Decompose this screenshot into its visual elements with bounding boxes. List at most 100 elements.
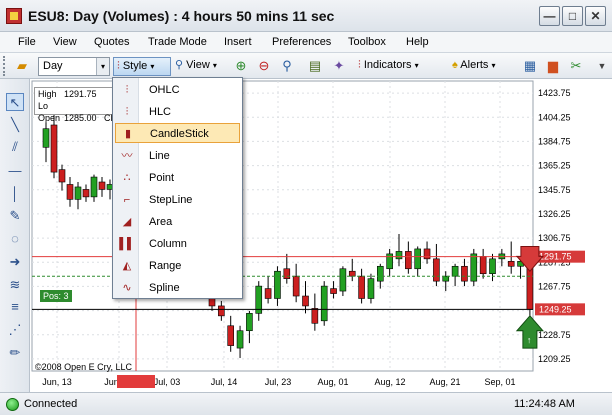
candle-body [66,184,74,200]
line-tool-icon[interactable]: ╲ [6,116,24,134]
toolbar-grip[interactable] [3,56,7,76]
y-tick-label: 1326.25 [538,209,571,219]
x-tick-label: Aug, 21 [429,377,460,387]
line-chart-icon: 〰 [121,150,133,162]
menu-bar: File View Quotes Trade Mode Insert Prefe… [0,32,612,52]
candle-body [386,253,393,270]
style-option-label: Area [149,216,173,228]
y-tick-label: 1423.75 [538,88,571,98]
note-tool-icon[interactable]: ✎ [6,207,24,225]
hlc-icon: ⫶ [125,106,129,118]
low-label: Lo [38,101,49,111]
crosshair-date-badge [117,375,155,388]
interval-combo[interactable]: Day ▾ [38,57,110,76]
arrow-tool-icon[interactable]: ➜ [6,253,24,271]
y-tick-label: 1209.25 [538,354,571,364]
indicators-button[interactable]: ⫶ Indicators ▾ [358,57,419,76]
menu-help[interactable]: Help [406,36,429,48]
candle-body [227,325,234,346]
style-option-spline[interactable]: ∿ Spline [115,278,240,298]
menu-insert[interactable]: Insert [224,36,252,48]
menu-trade-mode[interactable]: Trade Mode [148,36,207,48]
candle-body [274,270,281,299]
menu-quotes[interactable]: Quotes [94,36,129,48]
zoom-out-icon[interactable]: ⊖ [256,58,272,74]
maximize-button[interactable]: □ [562,6,583,26]
pencil-icon[interactable]: ✏ [6,344,24,362]
gann-icon[interactable]: ⋰ [6,321,24,339]
style-option-range[interactable]: ◭ Range [115,256,240,276]
close-button[interactable]: ✕ [585,6,606,26]
last-price-label: 1249.25 [539,304,572,314]
high-price-label: 1291.75 [539,252,572,262]
vertical-line-icon[interactable]: │ [6,185,24,203]
stepline-icon: ⌐ [123,194,131,206]
style-button[interactable]: ⫶ Style ▾ [113,57,171,76]
menu-view[interactable]: View [53,36,77,48]
candlestick-icon: ⫶ [117,60,120,72]
x-tick-label: Jul, 14 [211,377,238,387]
range-chart-icon: ◭ [122,260,132,272]
layout-icon[interactable]: ▦ [522,58,538,74]
style-option-area[interactable]: ◢ Area [115,212,240,232]
candle-body [489,258,496,275]
minimize-button[interactable]: — [539,6,560,26]
style-option-candlestick[interactable]: ▮ CandleStick [115,123,240,143]
candle-body [90,176,98,198]
candle-body [414,248,422,270]
candle-body [74,186,82,200]
style-option-hlc[interactable]: ⫶ HLC [115,102,240,122]
parallel-lines-icon[interactable]: ⫽ [6,138,24,156]
style-option-label: Line [149,150,170,162]
menu-toolbox[interactable]: Toolbox [348,36,386,48]
folder-icon[interactable]: ▰ [14,58,30,74]
plot-frame [31,80,534,372]
status-bar: Connected 11:24:48 AM [0,392,612,415]
alerts-button[interactable]: ♠ Alerts ▾ [452,57,496,76]
y-tick-label: 1345.75 [538,185,571,195]
column-chart-icon: ▌▌ [119,238,135,250]
candle-body [236,330,244,349]
style-option-column[interactable]: ▌▌ Column [115,234,240,254]
candle-body [320,285,328,322]
chevron-down-icon: ▾ [491,61,496,70]
candle-body [451,265,459,277]
x-tick-label: Aug, 12 [374,377,405,387]
view-button[interactable]: ⚲ View ▾ [175,57,217,76]
clock: 11:24:48 AM [514,398,575,410]
palette-icon[interactable]: ▆ [545,58,561,74]
buy-arrow-label: ↑ [527,335,532,345]
candle-body [330,288,337,294]
fibonacci-icon[interactable]: ≡ [6,298,24,316]
style-option-label: Spline [149,282,180,294]
toolbar: ▰ Day ▾ ⫶ Style ▾ ⚲ View ▾ ⊕ ⊖ ⚲ ▤ ✦ ⫶ I… [0,52,612,79]
candle-body [283,268,291,279]
y-tick-label: 1306.75 [538,233,571,243]
zoom-menu-icon[interactable]: ⚲ [279,58,295,74]
style-option-ohlc[interactable]: ⫶ OHLC [115,80,240,100]
magnifier-icon: ⚲ [175,59,184,71]
magic-icon[interactable]: ✦ [331,58,347,74]
style-option-label: HLC [149,106,172,118]
menu-preferences[interactable]: Preferences [272,36,331,48]
callout-icon[interactable]: ◌ [6,230,24,248]
style-option-stepline[interactable]: ⌐ StepLine [115,190,240,210]
chevron-down-icon[interactable]: ▾ [96,58,109,75]
style-option-label: Point [149,172,175,184]
style-option-line[interactable]: 〰 Line [115,146,240,166]
pointer-tool-icon[interactable]: ↖ [6,93,24,111]
zoom-in-icon[interactable]: ⊕ [233,58,249,74]
connection-status: Connected [24,398,78,410]
horizontal-line-icon[interactable]: — [6,162,24,180]
overflow-icon[interactable]: ▼ [594,58,610,74]
candle-body [311,308,319,324]
tools-icon[interactable]: ✂ [568,58,584,74]
candle-body [395,251,403,260]
page-icon[interactable]: ▤ [307,58,323,74]
candle-body [50,124,58,173]
view-button-label: View [186,59,210,71]
style-option-point[interactable]: ∴ Point [115,168,240,188]
menu-file[interactable]: File [18,36,36,48]
wave-tool-icon[interactable]: ≋ [6,276,24,294]
style-button-label: Style [122,60,148,72]
